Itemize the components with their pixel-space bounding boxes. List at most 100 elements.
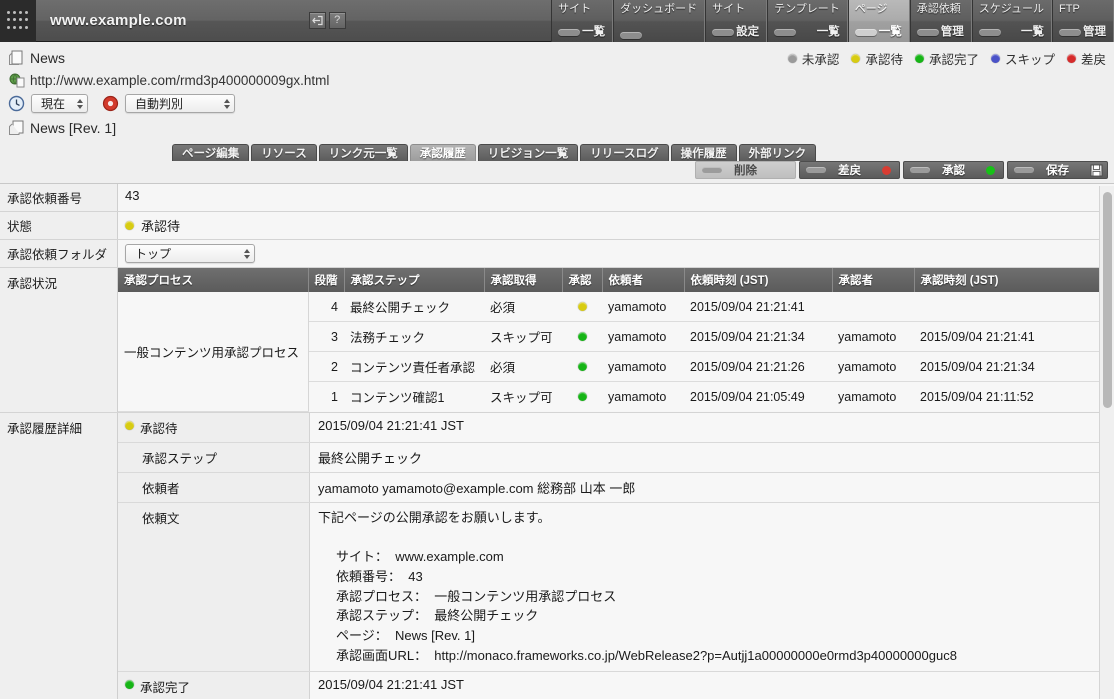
cell-step: コンテンツ責任者承認 [344,351,484,382]
nav-tab-pill [1059,29,1081,36]
delete-button[interactable]: 削除 [695,161,796,179]
application-window: www.example.com ? サイト 一覧 ダッシュボード サイト 設定 [0,0,1114,699]
approval-history-detail-section: 承認履歴詳細 承認待 2015/09/04 21:21:41 JST 承認ステッ… [0,412,1114,699]
status-dot [851,54,861,63]
nav-tab-page-list[interactable]: ページ 一覧 [847,0,910,42]
table-row[interactable]: 一般コンテンツ用承認プロセス 4 最終公開チェック 必須 yamamoto 20… [118,292,1114,412]
tab-approval-history[interactable]: 承認履歴 [409,144,476,161]
mode-select-value: 自動判別 [135,97,184,111]
reject-button[interactable]: 差戻 [799,161,900,179]
th-step: 承認ステップ [344,268,485,292]
tab-label: ページ編集 [182,148,240,160]
th-approve-time: 承認時刻 (JST) [914,268,1114,292]
help-icon[interactable]: ? [328,12,346,29]
nav-tab-ftp[interactable]: FTP 管理 [1052,0,1114,42]
cell-step: 法務チェック [344,321,484,352]
history-requester-value: yamamoto yamamoto@example.com 総務部 山本 一郎 [310,472,1114,502]
nav-tab-label: 設定 [736,26,760,38]
state-label: 状態 [0,212,118,239]
cell-stage: 3 [308,321,344,352]
legend-item-rejected: 差戻 [1066,49,1106,68]
folder-select[interactable]: トップ [125,244,255,263]
record-icon [102,95,119,112]
nav-tab-label: 一覧 [582,26,606,38]
history-entry-status: 承認待 [118,412,310,442]
button-pill [910,167,930,173]
button-pill [702,167,722,173]
nav-tab-approval-request[interactable]: 承認依頼 管理 [909,0,972,42]
cell-approve-time: 2015/09/04 21:11:52 [914,381,1114,411]
reject-status-dot [882,165,891,175]
tab-release-log[interactable]: リリースログ [580,144,669,161]
nav-tab-dashboard[interactable]: ダッシュボード [613,0,706,42]
legend-item-unapproved: 未承認 [787,49,840,68]
time-select[interactable]: 現在 [31,94,89,113]
cell-approve-time: 2015/09/04 21:21:34 [914,351,1114,382]
cell-stage: 2 [308,351,344,382]
nav-tab-schedule[interactable]: スケジュール 一覧 [971,0,1052,42]
folder-select-value: トップ [135,247,172,261]
th-requester: 依頼者 [602,268,685,292]
cell-step: 最終公開チェック [344,292,484,322]
tab-page-edit[interactable]: ページ編集 [172,144,250,161]
folder-value-wrap: トップ [118,240,1114,267]
cell-acquire: スキップ可 [484,321,562,352]
cell-approve-time [914,292,1114,322]
logout-icon[interactable] [308,12,326,29]
approve-button[interactable]: 承認 [903,161,1004,179]
legend-label: 未承認 [801,53,840,67]
tab-revision-list[interactable]: リビジョン一覧 [477,144,579,161]
history-step-key: 承認ステップ [118,442,310,472]
row-status-dot [577,331,587,341]
nav-tab-pill [978,29,1001,36]
nav-tab-label: 一覧 [1021,26,1044,38]
vertical-scrollbar[interactable] [1099,186,1114,699]
save-button-label: 保存 [1046,165,1069,177]
status-dot [990,54,1000,63]
cell-acquire: 必須 [484,292,562,322]
nav-tab-site-list[interactable]: サイト 一覧 [551,0,614,42]
reject-button-label: 差戻 [838,165,861,177]
nav-tab-template-list[interactable]: テンプレート 一覧 [767,0,848,42]
legend-label: 承認完了 [928,53,979,67]
scrollbar-thumb[interactable] [1103,192,1112,408]
page-header: 未承認 承認待 承認完了 スキップ 差戻 News http://www.exa… [0,42,1114,139]
nav-tab-site-settings[interactable]: サイト 設定 [705,0,768,42]
page-url[interactable]: http://www.example.com/rmd3p400000009gx.… [30,73,329,88]
legend-item-approved: 承認完了 [914,49,979,68]
nav-tab-pill [916,29,939,36]
th-request-time: 依頼時刻 (JST) [684,268,833,292]
th-approver: 承認者 [832,268,915,292]
nav-tab-top-label: サイト [712,3,746,15]
tab-operation-history[interactable]: 操作履歴 [670,144,737,161]
th-acquire: 承認取得 [484,268,563,292]
request-no-label: 承認依頼番号 [0,184,118,211]
save-button[interactable]: 保存 [1007,161,1108,179]
tab-label: 操作履歴 [680,148,727,160]
nav-tab-pill [558,29,581,36]
app-logo [0,0,36,42]
approval-history-detail-label: 承認履歴詳細 [0,412,118,699]
th-approve: 承認 [562,268,603,292]
cell-request-time: 2015/09/04 21:21:26 [684,351,832,382]
tab-external-links[interactable]: 外部リンク [738,144,817,161]
tab-link-sources[interactable]: リンク元一覧 [318,144,408,161]
state-value-wrap: 承認待 [118,212,1114,239]
top-navigation-bar: www.example.com ? サイト 一覧 ダッシュボード サイト 設定 [0,0,1114,42]
history-status-dot [125,420,134,430]
nav-tab-top-label: サイト [558,3,592,15]
legend-label: 承認待 [865,53,903,67]
tab-label: 承認履歴 [419,148,466,160]
tab-resource[interactable]: リソース [251,144,317,161]
cell-stage: 4 [308,292,344,322]
mode-select[interactable]: 自動判別 [125,94,236,113]
history-entry-timestamp: 2015/09/04 21:21:41 JST [310,412,1114,442]
main-nav-tabs: サイト 一覧 ダッシュボード サイト 設定 テンプレート 一覧 ページ 一覧 承… [551,0,1114,42]
cell-approve-dot [562,292,602,322]
cell-approve-dot [562,321,602,352]
cell-acquire: スキップ可 [484,381,562,411]
row-status-dot [577,391,587,401]
legend-label: 差戻 [1080,53,1106,67]
approve-button-label: 承認 [942,165,965,177]
row-status-dot [577,361,587,371]
